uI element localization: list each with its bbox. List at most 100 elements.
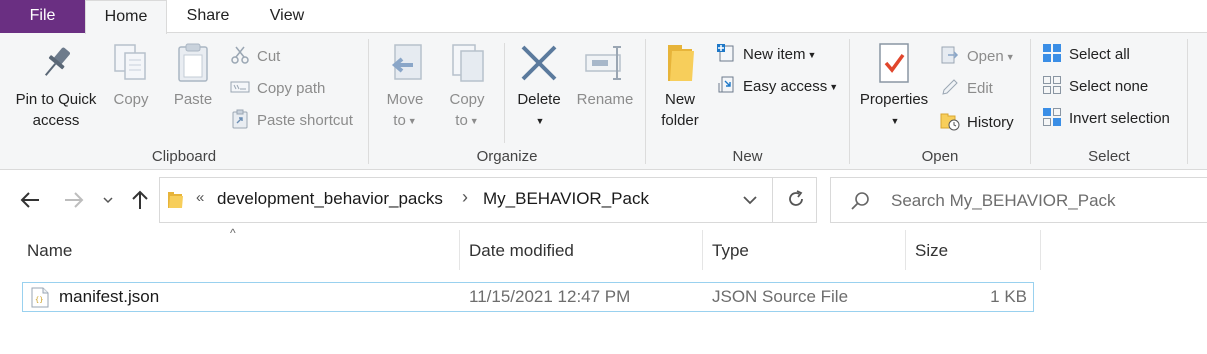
breadcrumb-separator[interactable]: › bbox=[462, 187, 468, 208]
cut-button[interactable]: Cut bbox=[230, 44, 280, 70]
tab-file[interactable]: File bbox=[0, 0, 85, 33]
breadcrumb-my-behavior-pack[interactable]: My_BEHAVIOR_Pack bbox=[483, 189, 649, 209]
search-placeholder: Search My_BEHAVIOR_Pack bbox=[891, 191, 1116, 210]
easy-access-label: Easy access bbox=[743, 78, 828, 95]
organize-divider bbox=[504, 43, 505, 143]
move-to-button[interactable]: Move to ▼ bbox=[379, 41, 431, 132]
clipboard-group-label: Clipboard bbox=[151, 148, 217, 165]
new-group: New folder New item ▼ Easy access ▼ New bbox=[646, 33, 849, 170]
history-label: History bbox=[967, 114, 1014, 131]
address-bar[interactable]: « development_behavior_packs › My_BEHAVI… bbox=[159, 177, 817, 223]
new-folder-line2: folder bbox=[661, 112, 699, 129]
column-header-name[interactable]: Name bbox=[22, 240, 459, 270]
ribbon: Pin to Quick access Copy Paste Cut Copy … bbox=[0, 33, 1207, 170]
copy-button[interactable]: Copy bbox=[108, 41, 154, 110]
delete-button[interactable]: Delete ▼ bbox=[511, 41, 567, 132]
move-to-icon bbox=[391, 44, 422, 80]
copy-to-line2: to bbox=[455, 112, 468, 129]
open-icon bbox=[941, 46, 959, 64]
easy-access-icon bbox=[718, 76, 734, 93]
pin-icon bbox=[44, 47, 70, 76]
copy-label: Copy bbox=[113, 91, 149, 108]
copy-path-button[interactable]: Copy path bbox=[230, 76, 325, 102]
delete-label: Delete bbox=[517, 91, 561, 108]
breadcrumb-development-behavior-packs[interactable]: development_behavior_packs bbox=[217, 189, 443, 209]
paste-button[interactable]: Paste bbox=[170, 41, 216, 110]
svg-text:{}: {} bbox=[35, 296, 43, 304]
folder-icon bbox=[168, 192, 183, 208]
file-type: JSON Source File bbox=[712, 287, 849, 306]
up-button[interactable] bbox=[127, 186, 153, 214]
easy-access-button[interactable]: Easy access ▼ bbox=[716, 74, 838, 100]
history-button[interactable]: History bbox=[940, 110, 1014, 136]
invert-selection-icon bbox=[1043, 108, 1061, 127]
refresh-icon bbox=[788, 190, 803, 206]
column-divider[interactable] bbox=[459, 230, 460, 270]
file-name: manifest.json bbox=[59, 287, 160, 306]
column-header-size[interactable]: Size bbox=[910, 240, 1040, 270]
file-date-modified: 11/15/2021 12:47 PM bbox=[469, 287, 631, 306]
invert-selection-button[interactable]: Invert selection bbox=[1042, 106, 1170, 132]
pin-to-quick-access-button[interactable]: Pin to Quick access bbox=[8, 41, 104, 131]
open-label: Open bbox=[967, 48, 1004, 65]
copy-icon bbox=[114, 44, 146, 80]
new-folder-button[interactable]: New folder bbox=[654, 41, 706, 131]
search-input[interactable]: Search My_BEHAVIOR_Pack bbox=[830, 177, 1207, 223]
column-header-type[interactable]: Type bbox=[707, 240, 905, 270]
refresh-button[interactable] bbox=[772, 177, 818, 223]
select-group: Select all Select none Invert selection … bbox=[1031, 33, 1187, 170]
tab-home[interactable]: Home bbox=[85, 0, 167, 34]
open-button[interactable]: Open ▼ bbox=[940, 44, 1015, 70]
column-header-date-modified[interactable]: Date modified bbox=[464, 240, 702, 270]
breadcrumb-overflow[interactable]: « bbox=[196, 189, 204, 206]
pin-label-line1: Pin to Quick bbox=[15, 91, 97, 108]
cut-label: Cut bbox=[257, 48, 281, 65]
tab-share[interactable]: Share bbox=[167, 0, 249, 33]
new-item-button[interactable]: New item ▼ bbox=[716, 42, 816, 68]
select-none-button[interactable]: Select none bbox=[1042, 74, 1148, 100]
column-divider[interactable] bbox=[1040, 230, 1041, 270]
select-group-label: Select bbox=[1088, 148, 1130, 165]
clipboard-group: Pin to Quick access Copy Paste Cut Copy … bbox=[0, 33, 368, 170]
chevron-down-icon: ▼ bbox=[890, 115, 900, 126]
column-divider[interactable] bbox=[905, 230, 906, 270]
copy-path-icon bbox=[230, 81, 250, 93]
chevron-down-icon: ▼ bbox=[469, 115, 479, 126]
group-divider bbox=[1187, 39, 1188, 164]
select-all-icon bbox=[1043, 44, 1061, 63]
file-row[interactable]: {} manifest.json 11/15/2021 12:47 PM JSO… bbox=[22, 282, 1034, 312]
new-folder-line1: New bbox=[664, 91, 695, 108]
rename-icon bbox=[585, 46, 621, 80]
chevron-down-icon: ▼ bbox=[535, 115, 545, 126]
json-file-icon: {} bbox=[31, 287, 49, 308]
paste-shortcut-button[interactable]: Paste shortcut bbox=[230, 108, 353, 134]
folder-icon bbox=[668, 45, 694, 81]
back-arrow-icon bbox=[20, 192, 39, 208]
chevron-down-icon[interactable] bbox=[740, 190, 760, 210]
forward-button[interactable] bbox=[60, 186, 88, 214]
properties-label: Properties bbox=[859, 91, 929, 108]
paste-shortcut-label: Paste shortcut bbox=[257, 112, 353, 129]
history-icon bbox=[940, 113, 960, 131]
paste-shortcut-icon bbox=[232, 109, 248, 129]
select-all-label: Select all bbox=[1069, 46, 1130, 63]
select-all-button[interactable]: Select all bbox=[1042, 42, 1130, 68]
select-none-label: Select none bbox=[1069, 78, 1149, 95]
pin-label-line2: access bbox=[32, 112, 80, 129]
back-button[interactable] bbox=[16, 186, 44, 214]
edit-button[interactable]: Edit bbox=[940, 76, 993, 102]
column-divider[interactable] bbox=[702, 230, 703, 270]
file-size: 1 KB bbox=[990, 287, 1027, 306]
tab-view[interactable]: View bbox=[249, 0, 325, 33]
forward-arrow-icon bbox=[65, 192, 84, 208]
chevron-down-icon: ▼ bbox=[807, 50, 817, 61]
rename-label: Rename bbox=[576, 91, 634, 108]
new-item-icon bbox=[717, 44, 734, 62]
move-to-line2: to bbox=[393, 112, 406, 129]
copy-to-button[interactable]: Copy to ▼ bbox=[441, 41, 493, 132]
properties-button[interactable]: Properties ▼ bbox=[856, 41, 932, 132]
recent-locations-button[interactable] bbox=[98, 186, 118, 214]
paste-label: Paste bbox=[173, 91, 213, 108]
chevron-down-icon: ▼ bbox=[1005, 52, 1015, 63]
rename-button[interactable]: Rename bbox=[573, 41, 637, 110]
